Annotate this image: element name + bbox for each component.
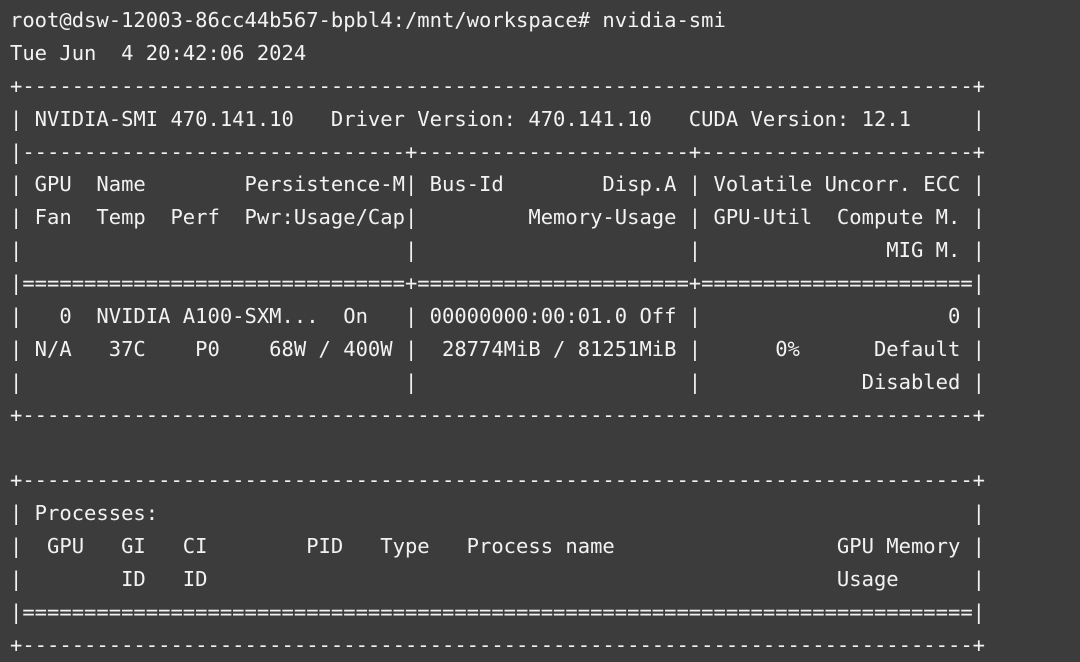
processes-border-top: +---------------------------------------… <box>10 468 986 493</box>
smi-border-equals: |===============================+=======… <box>10 271 986 296</box>
gpu-row-2: | N/A 37C P0 68W / 400W | 28774MiB / 812… <box>10 336 986 361</box>
processes-border-equals: |=======================================… <box>10 600 986 625</box>
smi-header-row-2: | Fan Temp Perf Pwr:Usage/Cap| Memory-Us… <box>10 205 986 230</box>
smi-timestamp: Tue Jun 4 20:42:06 2024 <box>10 40 307 65</box>
processes-border-bottom: +---------------------------------------… <box>10 632 986 657</box>
processes-header-row-1: | GPU GI CI PID Type Process name GPU Me… <box>10 534 986 559</box>
gpu-row-3: | | | Disabled | <box>10 369 986 394</box>
smi-border-bottom: +---------------------------------------… <box>10 402 986 427</box>
smi-version-line: | NVIDIA-SMI 470.141.10 Driver Version: … <box>10 106 986 131</box>
smi-border-mid: |-------------------------------+-------… <box>10 139 986 164</box>
smi-border-top: +---------------------------------------… <box>10 73 986 98</box>
shell-prompt-line: root@dsw-12003-86cc44b567-bpbl4:/mnt/wor… <box>10 8 726 32</box>
gpu-row-1: | 0 NVIDIA A100-SXM... On | 00000000:00:… <box>10 304 986 329</box>
processes-title-row: | Processes: | <box>10 501 986 526</box>
smi-header-row-3: | | | MIG M. | <box>10 238 986 263</box>
terminal-window[interactable]: root@dsw-12003-86cc44b567-bpbl4:/mnt/wor… <box>0 0 1080 657</box>
processes-header-row-2: | ID ID Usage | <box>10 567 986 592</box>
smi-header-row-1: | GPU Name Persistence-M| Bus-Id Disp.A … <box>10 172 986 197</box>
